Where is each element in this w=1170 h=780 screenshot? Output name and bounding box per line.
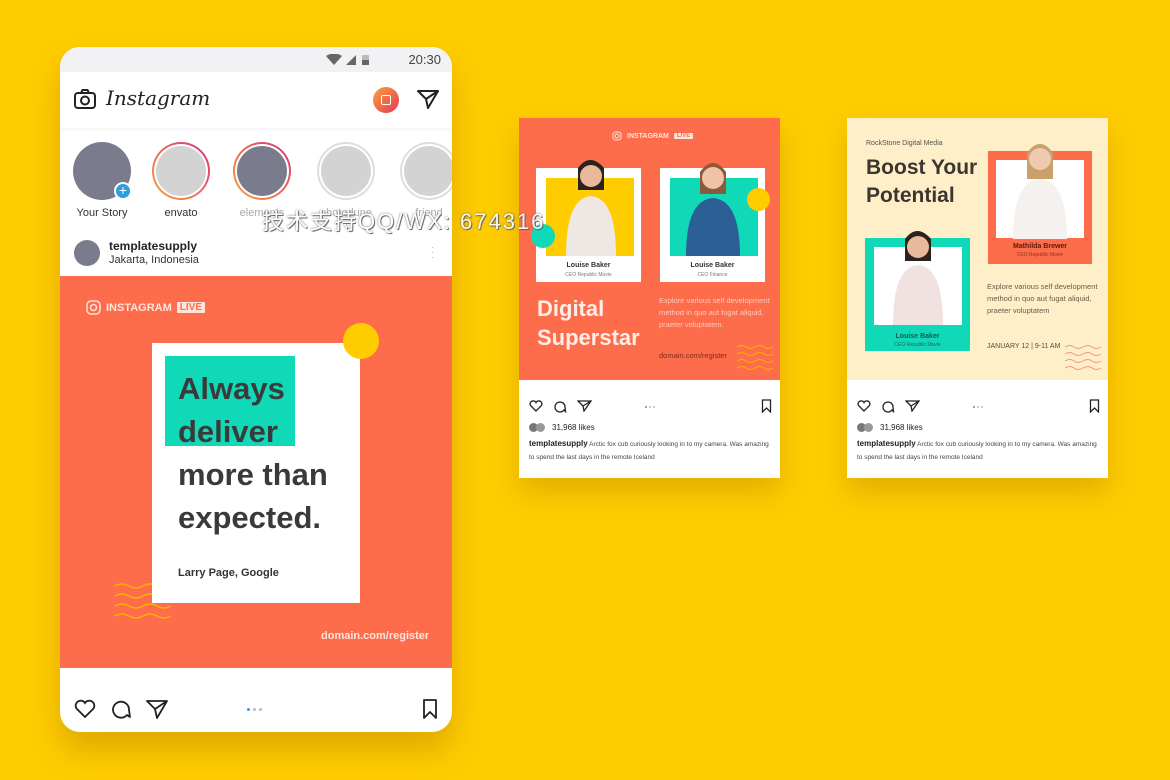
post-card-boost-your-potential[interactable]: RockStone Digital Media Boost Your Potent… [847, 118, 1108, 478]
app-header: Instagram [60, 72, 452, 128]
share-icon[interactable] [146, 699, 168, 719]
speaker-role: CEO Finance [697, 272, 728, 278]
speaker-frame: Louise Baker CEO Republic Movie [536, 160, 641, 282]
circle-decoration [747, 188, 770, 211]
post-card-digital-superstar[interactable]: INSTAGRAM LIVE Louise Baker CEO Republic … [519, 118, 780, 478]
event-date: JANUARY 12 | 9-11 AM [987, 343, 1061, 350]
post-title: Boost Your Potential [866, 156, 978, 207]
speaker-frame: Mathilda Brewer CEO Republic Movie [988, 144, 1092, 264]
brand-text: INSTAGRAM [106, 301, 172, 314]
quote-card: Always deliver more than expected. Larry Pa… [152, 343, 360, 603]
carousel-indicator [247, 708, 262, 711]
speaker-role: CEO Republic Movie [1016, 252, 1064, 258]
avatar[interactable] [74, 240, 100, 266]
instagram-icon [86, 300, 101, 315]
camera-icon[interactable] [74, 89, 96, 109]
person-photo [893, 231, 943, 325]
add-story-icon[interactable]: + [114, 182, 132, 200]
register-url: domain.com/register [659, 351, 727, 360]
live-badge: LIVE [673, 133, 694, 139]
phone-mockup: 20:30 Instagram + Your Story envato elem… [60, 47, 452, 732]
post-caption: templatesupply Arctic fox cub curiously … [857, 439, 1097, 461]
caption-username: templatesupply [529, 439, 588, 448]
post-image: RockStone Digital Media Boost Your Potent… [847, 118, 1108, 380]
speaker-frame: Louise Baker CEO Republic Movie [865, 231, 970, 351]
person-photo [566, 160, 616, 256]
liked-by-avatars [529, 423, 547, 432]
status-time: 20:30 [408, 52, 441, 67]
register-url: domain.com/register [321, 630, 430, 642]
instagram-live-label: INSTAGRAM LIVE [86, 300, 206, 315]
like-icon[interactable] [74, 699, 96, 719]
post-title: Digital Superstar [537, 296, 640, 350]
wave-decoration [737, 345, 774, 370]
post-body: Explore various self development method … [987, 282, 1098, 315]
story-your-story[interactable]: + Your Story [72, 142, 132, 219]
speaker-name: Mathilda Brewer [1012, 243, 1068, 250]
likes-count[interactable]: 31,968 likes [552, 423, 595, 432]
bookmark-icon[interactable] [761, 399, 772, 413]
status-bar: 20:30 [60, 47, 452, 72]
quote-author: Larry Page, Google [178, 567, 279, 579]
company-name: RockStone Digital Media [866, 140, 943, 147]
person-photo [1013, 144, 1067, 239]
speaker-frame: Louise Baker CEO Finance [660, 163, 765, 282]
instagram-live-label: INSTAGRAM LIVE [612, 131, 694, 141]
comment-icon[interactable] [881, 400, 895, 413]
quote-text: Always deliver more than expected. [178, 371, 328, 535]
bookmark-icon[interactable] [1089, 399, 1100, 413]
likes-count[interactable]: 31,968 likes [880, 423, 923, 432]
igtv-icon[interactable] [373, 87, 399, 113]
story-item[interactable]: envato [151, 142, 211, 219]
caption-username: templatesupply [857, 439, 916, 448]
story-label: Your Story [76, 207, 128, 219]
like-icon[interactable] [529, 400, 543, 412]
share-icon[interactable] [577, 400, 592, 412]
bookmark-icon[interactable] [422, 698, 438, 720]
speaker-name: Louise Baker [566, 262, 611, 269]
watermark-text: 技术支持QQ/WX: 674316 [262, 209, 546, 234]
instagram-icon [612, 131, 622, 141]
share-icon[interactable] [905, 400, 920, 412]
carousel-indicator [645, 406, 655, 408]
comment-icon[interactable] [553, 400, 567, 413]
person-photo [686, 163, 740, 256]
speaker-name: Louise Baker [895, 333, 940, 340]
more-options-icon[interactable]: · · · [431, 243, 434, 263]
post-username[interactable]: templatesupply [109, 239, 197, 253]
liked-by-avatars [857, 423, 875, 432]
comment-icon[interactable] [110, 699, 132, 719]
speaker-role: CEO Republic Movie [894, 342, 941, 348]
carousel-indicator [973, 406, 983, 408]
story-label: envato [164, 207, 198, 219]
post-caption: templatesupply Arctic fox cub curiously … [529, 439, 769, 461]
post-location[interactable]: Jakarta, Indonesia [109, 254, 199, 266]
speaker-name: Louise Baker [690, 262, 735, 269]
wave-decoration [1065, 345, 1102, 370]
app-logo: Instagram [106, 86, 211, 110]
post-body: Explore various self development method … [659, 296, 770, 329]
post-image: INSTAGRAM LIVE Louise Baker CEO Republic … [519, 118, 780, 380]
post-image: INSTAGRAM LIVE Always deliver more than exp… [60, 276, 452, 668]
status-icons [326, 54, 369, 65]
like-icon[interactable] [857, 400, 871, 412]
circle-decoration [343, 323, 379, 359]
live-badge: LIVE [176, 302, 206, 313]
speaker-role: CEO Republic Movie [565, 272, 612, 278]
direct-message-icon[interactable] [417, 89, 439, 109]
